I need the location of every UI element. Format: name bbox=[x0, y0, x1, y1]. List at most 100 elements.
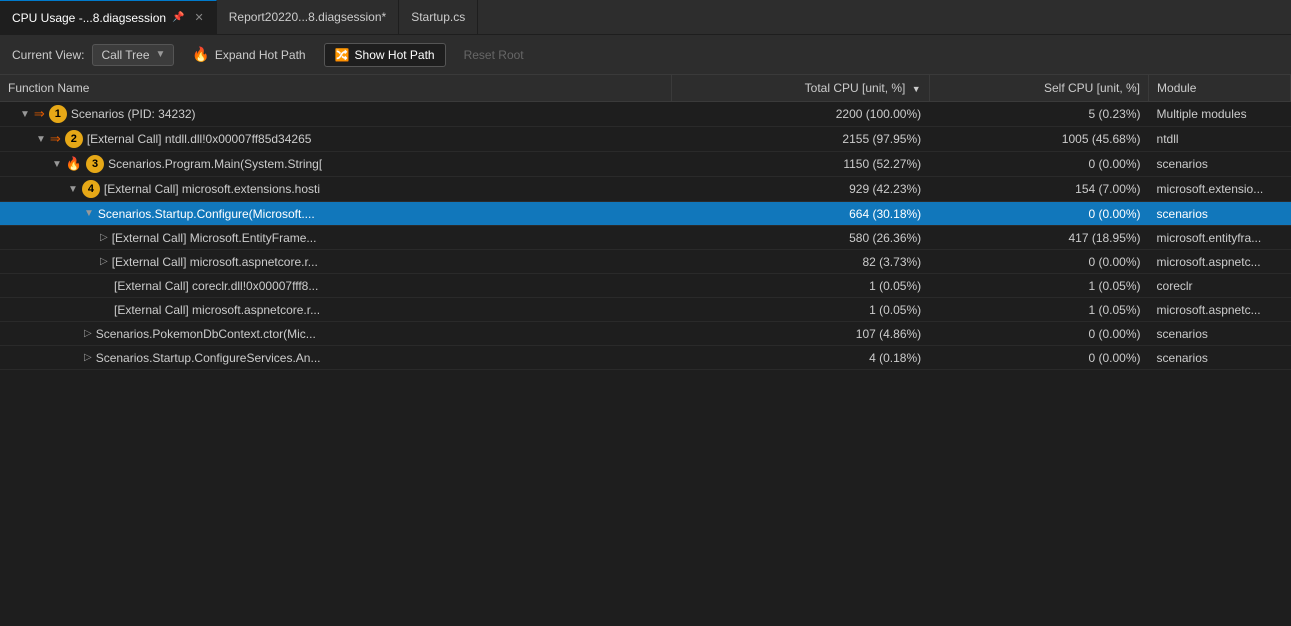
fn-name-cell: [External Call] microsoft.aspnetcore.r..… bbox=[0, 298, 671, 322]
expand-arrow-icon[interactable]: ▼ bbox=[68, 184, 78, 195]
total-cpu-cell: 4 (0.18%) bbox=[671, 346, 929, 370]
self-cpu-cell: 0 (0.00%) bbox=[929, 322, 1148, 346]
view-select-value: Call Tree bbox=[101, 48, 149, 62]
expand-arrow-icon[interactable]: ▼ bbox=[20, 109, 30, 120]
table-body: ▼⇒1Scenarios (PID: 34232)2200 (100.00%)5… bbox=[0, 102, 1291, 370]
self-cpu-cell: 0 (0.00%) bbox=[929, 250, 1148, 274]
hotpath-arrow-icon: 🔀 bbox=[335, 48, 350, 62]
module-cell: ntdll bbox=[1149, 127, 1291, 152]
tab-report[interactable]: Report20220...8.diagsession* bbox=[217, 0, 399, 35]
col-total-cpu[interactable]: Total CPU [unit, %] ▼ bbox=[671, 75, 929, 102]
call-tree-table-container: Function Name Total CPU [unit, %] ▼ Self… bbox=[0, 75, 1291, 626]
col-self-cpu[interactable]: Self CPU [unit, %] bbox=[929, 75, 1148, 102]
self-cpu-cell: 417 (18.95%) bbox=[929, 226, 1148, 250]
self-cpu-cell: 5 (0.23%) bbox=[929, 102, 1148, 127]
module-cell: microsoft.entityfra... bbox=[1149, 226, 1291, 250]
module-cell: scenarios bbox=[1149, 152, 1291, 177]
hotpath-icon: ⇒ bbox=[50, 131, 61, 147]
table-row[interactable]: ▼ ⇒2 [External Call] ntdll.dll!0x00007ff85… bbox=[0, 127, 1291, 152]
total-cpu-cell: 1 (0.05%) bbox=[671, 298, 929, 322]
self-cpu-cell: 1005 (45.68%) bbox=[929, 127, 1148, 152]
fn-name-cell: ▼ Scenarios.Startup.Configure(Microsoft..… bbox=[0, 202, 671, 226]
badge-number: 2 bbox=[65, 130, 83, 148]
table-row[interactable]: ▼⇒1Scenarios (PID: 34232)2200 (100.00%)5… bbox=[0, 102, 1291, 127]
self-cpu-cell: 0 (0.00%) bbox=[929, 202, 1148, 226]
flame-icon: 🔥 bbox=[192, 46, 209, 63]
flame-icon: 🔥 bbox=[66, 156, 82, 172]
expand-arrow-icon[interactable]: ▷ bbox=[84, 352, 92, 363]
module-cell: scenarios bbox=[1149, 322, 1291, 346]
function-name-text: [External Call] ntdll.dll!0x00007ff85d34… bbox=[87, 132, 312, 146]
table-row[interactable]: ▼ Scenarios.Startup.Configure(Microsoft..… bbox=[0, 202, 1291, 226]
table-row[interactable]: ▷ [External Call] Microsoft.EntityFrame..… bbox=[0, 226, 1291, 250]
self-cpu-cell: 0 (0.00%) bbox=[929, 152, 1148, 177]
table-row[interactable]: ▼ 4 [External Call] microsoft.extensions.h… bbox=[0, 177, 1291, 202]
expand-arrow-icon[interactable]: ▷ bbox=[100, 232, 108, 243]
table-header-row: Function Name Total CPU [unit, %] ▼ Self… bbox=[0, 75, 1291, 102]
fn-name-cell: ▼🔥3Scenarios.Program.Main(System.String[ bbox=[0, 152, 671, 177]
table-row[interactable]: [External Call] coreclr.dll!0x00007fff8.… bbox=[0, 274, 1291, 298]
chevron-down-icon: ▼ bbox=[156, 49, 166, 60]
function-name-text: [External Call] microsoft.extensions.hos… bbox=[104, 182, 320, 196]
fn-name-cell: [External Call] coreclr.dll!0x00007fff8.… bbox=[0, 274, 671, 298]
total-cpu-cell: 929 (42.23%) bbox=[671, 177, 929, 202]
fn-name-cell: ▼ ⇒2 [External Call] ntdll.dll!0x00007ff85… bbox=[0, 127, 671, 152]
table-row[interactable]: ▼🔥3Scenarios.Program.Main(System.String[… bbox=[0, 152, 1291, 177]
expand-arrow-icon[interactable]: ▷ bbox=[84, 328, 92, 339]
call-tree-table: Function Name Total CPU [unit, %] ▼ Self… bbox=[0, 75, 1291, 370]
fn-name-cell: ▷ [External Call] Microsoft.EntityFrame..… bbox=[0, 226, 671, 250]
total-cpu-cell: 1150 (52.27%) bbox=[671, 152, 929, 177]
tab-cpu-usage[interactable]: CPU Usage -...8.diagsession 📌 ✕ bbox=[0, 0, 217, 35]
function-name-text: Scenarios.PokemonDbContext.ctor(Mic... bbox=[96, 327, 316, 341]
table-row[interactable]: [External Call] microsoft.aspnetcore.r..… bbox=[0, 298, 1291, 322]
expand-arrow-icon[interactable]: ▼ bbox=[36, 134, 46, 145]
reset-root-button[interactable]: Reset Root bbox=[454, 44, 534, 66]
badge-number: 4 bbox=[82, 180, 100, 198]
tab-bar: CPU Usage -...8.diagsession 📌 ✕ Report20… bbox=[0, 0, 1291, 35]
tab-startup-label: Startup.cs bbox=[411, 10, 465, 24]
table-row[interactable]: ▷Scenarios.Startup.ConfigureServices.An.… bbox=[0, 346, 1291, 370]
col-function-name[interactable]: Function Name bbox=[0, 75, 671, 102]
sort-arrow-icon: ▼ bbox=[912, 84, 921, 94]
total-cpu-cell: 2155 (97.95%) bbox=[671, 127, 929, 152]
module-cell: Multiple modules bbox=[1149, 102, 1291, 127]
expand-hot-path-button[interactable]: 🔥 Expand Hot Path bbox=[182, 42, 315, 67]
self-cpu-cell: 1 (0.05%) bbox=[929, 274, 1148, 298]
expand-arrow-icon[interactable]: ▼ bbox=[84, 208, 94, 219]
fn-name-cell: ▼⇒1Scenarios (PID: 34232) bbox=[0, 102, 671, 127]
total-cpu-cell: 107 (4.86%) bbox=[671, 322, 929, 346]
current-view-label: Current View: bbox=[12, 48, 84, 62]
module-cell: microsoft.extensio... bbox=[1149, 177, 1291, 202]
pin-icon: 📌 bbox=[172, 12, 184, 23]
fn-name-cell: ▷ Scenarios.PokemonDbContext.ctor(Mic... bbox=[0, 322, 671, 346]
expand-arrow-icon[interactable]: ▼ bbox=[52, 159, 62, 170]
total-cpu-cell: 580 (26.36%) bbox=[671, 226, 929, 250]
tab-cpu-usage-close[interactable]: ✕ bbox=[195, 11, 204, 24]
function-name-text: Scenarios (PID: 34232) bbox=[71, 107, 196, 121]
tab-cpu-usage-label: CPU Usage -...8.diagsession bbox=[12, 11, 166, 25]
expand-arrow-icon[interactable]: ▷ bbox=[100, 256, 108, 267]
function-name-text: [External Call] microsoft.aspnetcore.r..… bbox=[114, 303, 320, 317]
tab-startup[interactable]: Startup.cs bbox=[399, 0, 478, 35]
function-name-text: Scenarios.Startup.Configure(Microsoft...… bbox=[98, 207, 315, 221]
show-hot-path-label: Show Hot Path bbox=[355, 48, 435, 62]
table-row[interactable]: ▷[External Call] microsoft.aspnetcore.r.… bbox=[0, 250, 1291, 274]
fn-name-cell: ▷[External Call] microsoft.aspnetcore.r.… bbox=[0, 250, 671, 274]
show-hot-path-button[interactable]: 🔀 Show Hot Path bbox=[324, 43, 446, 67]
function-name-text: [External Call] Microsoft.EntityFrame... bbox=[112, 231, 317, 245]
reset-root-label: Reset Root bbox=[464, 48, 524, 62]
toolbar: Current View: Call Tree ▼ 🔥 Expand Hot P… bbox=[0, 35, 1291, 75]
table-row[interactable]: ▷ Scenarios.PokemonDbContext.ctor(Mic... 1… bbox=[0, 322, 1291, 346]
self-cpu-cell: 1 (0.05%) bbox=[929, 298, 1148, 322]
total-cpu-cell: 1 (0.05%) bbox=[671, 274, 929, 298]
total-cpu-cell: 82 (3.73%) bbox=[671, 250, 929, 274]
module-cell: coreclr bbox=[1149, 274, 1291, 298]
expand-hot-path-label: Expand Hot Path bbox=[215, 48, 306, 62]
tab-report-label: Report20220...8.diagsession* bbox=[229, 10, 386, 24]
total-cpu-cell: 2200 (100.00%) bbox=[671, 102, 929, 127]
self-cpu-cell: 0 (0.00%) bbox=[929, 346, 1148, 370]
col-module[interactable]: Module bbox=[1149, 75, 1291, 102]
fn-name-cell: ▼ 4 [External Call] microsoft.extensions.h… bbox=[0, 177, 671, 202]
badge-number: 3 bbox=[86, 155, 104, 173]
view-select-dropdown[interactable]: Call Tree ▼ bbox=[92, 44, 174, 66]
